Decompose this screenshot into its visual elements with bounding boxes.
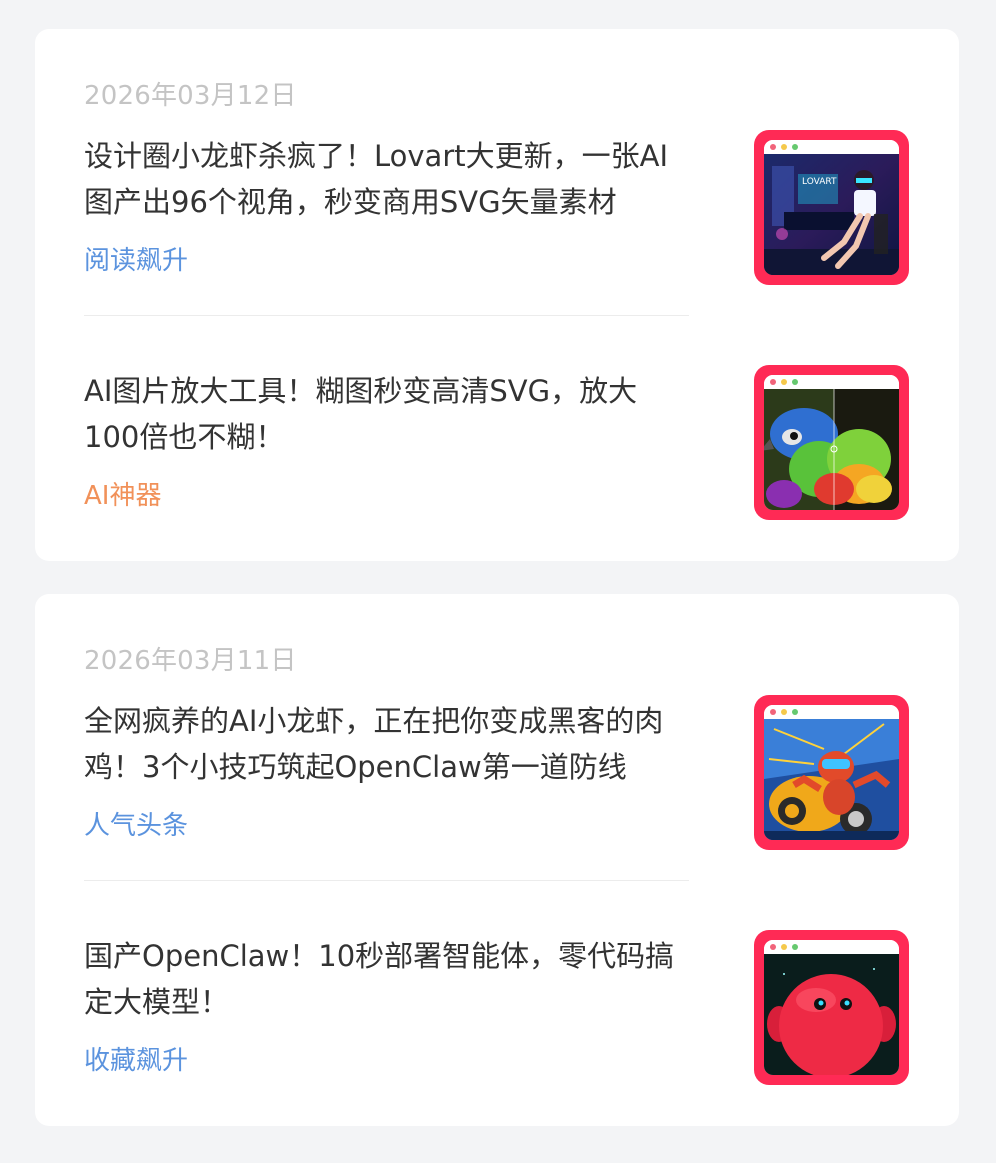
svg-text:LOVART: LOVART — [802, 177, 837, 187]
article-thumbnail[interactable] — [754, 695, 909, 850]
window-titlebar — [764, 940, 899, 954]
close-dot-icon — [770, 379, 776, 385]
article-item[interactable]: 设计圈小龙虾杀疯了！Lovart大更新，一张AI图产出96个视角，秒变商用SVG… — [35, 130, 959, 363]
article-thumbnail[interactable]: LOVART — [754, 130, 909, 285]
window-titlebar — [764, 705, 899, 719]
group-date: 2026年03月12日 — [84, 81, 297, 111]
close-dot-icon — [770, 944, 776, 950]
thumbnail-window — [764, 375, 899, 510]
robot-lobster-image — [764, 719, 899, 840]
article-thumbnail[interactable] — [754, 365, 909, 520]
window-titlebar — [764, 140, 899, 154]
thumbnail-window — [764, 940, 899, 1075]
thumbnail-window: LOVART — [764, 140, 899, 275]
article-title[interactable]: 设计圈小龙虾杀疯了！Lovart大更新，一张AI图产出96个视角，秒变商用SVG… — [84, 133, 689, 225]
article-tag: 人气头条 — [84, 811, 189, 841]
article-tag: 收藏飙升 — [84, 1046, 189, 1076]
article-item[interactable]: AI图片放大工具！糊图秒变高清SVG，放大100倍也不糊！ AI神器 — [35, 365, 959, 598]
maximize-dot-icon — [792, 144, 798, 150]
minimize-dot-icon — [781, 379, 787, 385]
parrot-image — [764, 389, 899, 510]
window-titlebar — [764, 375, 899, 389]
article-thumbnail[interactable] — [754, 930, 909, 1085]
close-dot-icon — [770, 709, 776, 715]
article-item[interactable]: 全网疯养的AI小龙虾，正在把你变成黑客的肉鸡！3个小技巧筑起OpenClaw第一… — [35, 695, 959, 928]
article-tag: 阅读飙升 — [84, 246, 189, 276]
close-dot-icon — [770, 144, 776, 150]
article-group-card: 2026年03月12日 设计圈小龙虾杀疯了！Lovart大更新，一张AI图产出9… — [35, 29, 959, 561]
minimize-dot-icon — [781, 709, 787, 715]
article-group-card: 2026年03月11日 全网疯养的AI小龙虾，正在把你变成黑客的肉鸡！3个小技巧… — [35, 594, 959, 1126]
article-divider — [84, 880, 689, 881]
thumbnail-window — [764, 705, 899, 840]
red-creature-image — [764, 954, 899, 1075]
maximize-dot-icon — [792, 379, 798, 385]
maximize-dot-icon — [792, 944, 798, 950]
article-tag: AI神器 — [84, 481, 162, 511]
minimize-dot-icon — [781, 144, 787, 150]
group-date: 2026年03月11日 — [84, 646, 297, 676]
cyberpunk-girl-image: LOVART — [764, 154, 899, 275]
maximize-dot-icon — [792, 709, 798, 715]
article-item[interactable]: 国产OpenClaw！10秒部署智能体，零代码搞定大模型！ 收藏飙升 — [35, 930, 959, 1163]
article-title[interactable]: 国产OpenClaw！10秒部署智能体，零代码搞定大模型！ — [84, 933, 689, 1025]
minimize-dot-icon — [781, 944, 787, 950]
article-divider — [84, 315, 689, 316]
article-title[interactable]: AI图片放大工具！糊图秒变高清SVG，放大100倍也不糊！ — [84, 368, 689, 460]
article-title[interactable]: 全网疯养的AI小龙虾，正在把你变成黑客的肉鸡！3个小技巧筑起OpenClaw第一… — [84, 698, 689, 790]
